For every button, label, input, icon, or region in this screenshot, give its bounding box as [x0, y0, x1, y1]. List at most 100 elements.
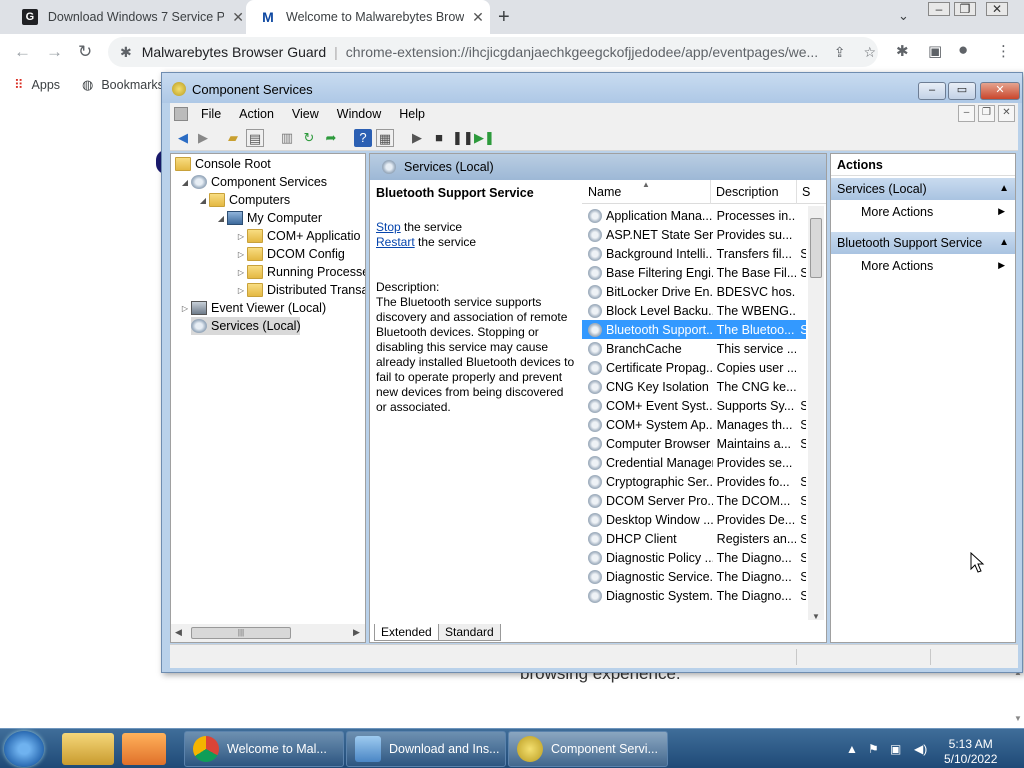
collapse-up-icon[interactable]: ▲ [999, 237, 1009, 248]
expand-arrow-icon[interactable]: ▷ [179, 304, 191, 313]
tab-malwarebytes[interactable]: M Welcome to Malwarebytes Brow ✕ [246, 0, 490, 34]
service-row[interactable]: Bluetooth Support...The Bluetoo...S [582, 320, 806, 339]
action-center-flag-icon[interactable]: ⚑ [868, 742, 879, 756]
help-icon[interactable]: ? [354, 129, 372, 147]
close-button[interactable]: ✕ [980, 82, 1020, 100]
tree-node-running-processes[interactable]: ▷ Running Processe [235, 263, 365, 281]
tree-node-console-root[interactable]: Console Root [175, 155, 271, 173]
network-icon[interactable]: ▣ [890, 742, 901, 756]
restore-icon[interactable]: ❐ [954, 2, 976, 16]
service-row[interactable]: Diagnostic Policy ...The Diagno... S [582, 548, 806, 567]
service-row[interactable]: Application Mana... Processes in... [582, 206, 806, 225]
expand-arrow-icon[interactable]: ▷ [235, 268, 247, 277]
tab-standard[interactable]: Standard [438, 624, 501, 641]
maximize-button[interactable]: ▭ [948, 82, 976, 100]
scroll-down-arrow-icon[interactable]: ▼ [812, 612, 820, 620]
stop-service-icon[interactable]: ■ [430, 129, 448, 147]
tree-node-com-plus[interactable]: ▷ COM+ Applicatio [235, 227, 360, 245]
show-hidden-icons-icon[interactable]: ▲ [846, 742, 858, 756]
tree-node-event-viewer[interactable]: ▷ Event Viewer (Local) [179, 299, 326, 317]
more-actions-item[interactable]: More Actions ▶ [861, 205, 1011, 219]
tab-download-windows[interactable]: G Download Windows 7 Service Pa ✕ [8, 0, 246, 34]
forward-arrow-icon[interactable]: ▶ [194, 129, 212, 147]
profile-avatar-icon[interactable]: ● [958, 40, 968, 60]
address-bar[interactable]: ✱ Malwarebytes Browser Guard | chrome-ex… [108, 37, 878, 67]
menu-window[interactable]: Window [328, 107, 390, 121]
media-player-icon[interactable] [122, 733, 166, 765]
service-row[interactable]: Computer Browser Maintains a... S [582, 434, 806, 453]
reload-icon[interactable]: ↻ [78, 42, 92, 62]
scroll-left-arrow-icon[interactable]: ◀ [175, 627, 182, 638]
service-row[interactable]: ASP.NET State Ser... Provides su... [582, 225, 806, 244]
child-minimize-icon[interactable]: – [958, 105, 975, 122]
service-row[interactable]: Desktop Window ...Provides De...S [582, 510, 806, 529]
back-arrow-icon[interactable]: ◀ [174, 129, 192, 147]
show-hide-tree-icon[interactable]: ▤ [246, 129, 264, 147]
close-window-icon[interactable]: ✕ [986, 2, 1008, 16]
column-description[interactable]: Description [716, 185, 779, 199]
scroll-down-arrow-icon[interactable]: ▼ [1014, 714, 1022, 723]
stop-service-link[interactable]: Stop [376, 220, 401, 234]
service-row[interactable]: COM+ Event Syst...Supports Sy...S [582, 396, 806, 415]
refresh-icon[interactable]: ↻ [300, 129, 318, 147]
service-row[interactable]: BranchCache This service ... [582, 339, 806, 358]
tree-horizontal-scrollbar[interactable]: ◀ ||| ▶ [171, 624, 365, 642]
restart-service-icon[interactable]: ▶❚ [474, 129, 495, 147]
new-tab-button[interactable]: + [498, 6, 510, 29]
taskbar-chrome[interactable]: Welcome to Mal... [184, 731, 344, 767]
service-row[interactable]: Credential Manager Provides se... [582, 453, 806, 472]
service-row[interactable]: BitLocker Drive En... BDESVC hos... [582, 282, 806, 301]
service-row[interactable]: COM+ System Ap...Manages th...S [582, 415, 806, 434]
column-status[interactable]: S [802, 185, 810, 199]
apps-shortcut[interactable]: ⠿ Apps [14, 77, 60, 93]
scroll-thumb[interactable] [810, 218, 822, 278]
bookmarks-shortcut[interactable]: ◍ Bookmarks [82, 77, 164, 93]
service-row[interactable]: Cryptographic Ser...Provides fo... S [582, 472, 806, 491]
service-row[interactable]: CNG Key Isolation The CNG ke... [582, 377, 806, 396]
collapse-arrow-icon[interactable]: ◢ [179, 178, 191, 187]
list-vertical-scrollbar[interactable]: ▼ [808, 206, 824, 620]
actions-group-bluetooth[interactable]: Bluetooth Support Service ▲ [831, 232, 1015, 254]
tree-node-computers[interactable]: ◢ Computers [197, 191, 290, 209]
close-tab-icon[interactable]: ✕ [470, 9, 486, 26]
properties-icon[interactable]: ▥ [278, 129, 296, 147]
service-row[interactable]: Background Intelli...Transfers fil... S [582, 244, 806, 263]
back-icon[interactable]: ← [14, 42, 31, 62]
pause-service-icon[interactable]: ❚❚ [452, 129, 474, 147]
tree-node-dcom-config[interactable]: ▷ DCOM Config [235, 245, 345, 263]
tree-node-my-computer[interactable]: ◢ My Computer [215, 209, 322, 227]
extensions-icon[interactable]: ✱ [896, 42, 909, 60]
service-row[interactable]: Certificate Propag... Copies user ... [582, 358, 806, 377]
start-service-icon[interactable]: ▶ [408, 129, 426, 147]
menu-help[interactable]: Help [390, 107, 434, 121]
start-button[interactable] [4, 731, 44, 767]
expand-arrow-icon[interactable]: ▷ [235, 286, 247, 295]
service-row[interactable]: Diagnostic Service...The Diagno... S [582, 567, 806, 586]
menu-action[interactable]: Action [230, 107, 283, 121]
tab-search-chevron-icon[interactable]: ⌄ [898, 8, 909, 24]
service-row[interactable]: Diagnostic System...The Diagno... S [582, 586, 806, 605]
file-explorer-icon[interactable] [62, 733, 114, 765]
child-close-icon[interactable]: ✕ [998, 105, 1015, 122]
collapse-arrow-icon[interactable]: ◢ [215, 214, 227, 223]
collapse-up-icon[interactable]: ▲ [999, 183, 1009, 194]
menu-kebab-icon[interactable]: ⋮ [996, 42, 1011, 60]
child-restore-icon[interactable]: ❐ [978, 105, 995, 122]
forward-icon[interactable]: → [46, 42, 63, 62]
taskbar-download[interactable]: Download and Ins... [346, 731, 506, 767]
collapse-arrow-icon[interactable]: ◢ [197, 196, 209, 205]
expand-arrow-icon[interactable]: ▷ [235, 232, 247, 241]
scroll-thumb[interactable]: ||| [191, 627, 291, 639]
service-row[interactable]: Block Level Backu... The WBENG... [582, 301, 806, 320]
tab-extended[interactable]: Extended [374, 624, 439, 641]
export-list-icon[interactable]: ➦ [322, 129, 340, 147]
side-panel-icon[interactable]: ▣ [928, 42, 942, 60]
service-row[interactable]: DCOM Server Pro...The DCOM... S [582, 491, 806, 510]
share-icon[interactable]: ⇪ [834, 44, 846, 61]
close-tab-icon[interactable]: ✕ [230, 9, 246, 26]
menu-view[interactable]: View [283, 107, 328, 121]
actions-group-services-local[interactable]: Services (Local) ▲ [831, 178, 1015, 200]
window-titlebar[interactable]: Component Services – ▭ ✕ [162, 73, 1022, 103]
action-pane-icon[interactable]: ▦ [376, 129, 394, 147]
service-row[interactable]: DHCP Client Registers an...S [582, 529, 806, 548]
